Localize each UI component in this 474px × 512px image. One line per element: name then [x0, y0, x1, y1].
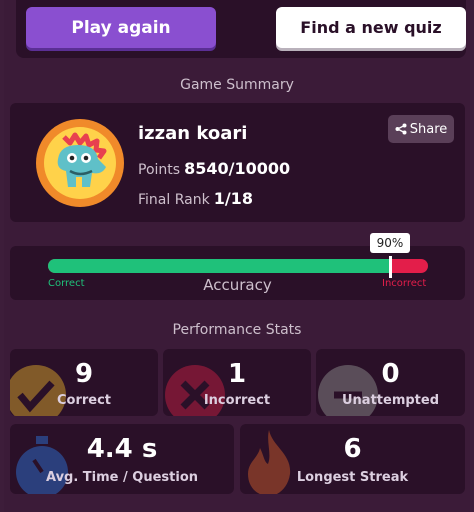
- share-label: Share: [409, 121, 448, 137]
- accuracy-bar-correct: [48, 259, 390, 273]
- play-again-button[interactable]: Play again: [26, 7, 216, 48]
- correct-stat-tile: 9 Correct: [10, 349, 158, 416]
- share-button[interactable]: Share: [388, 115, 454, 143]
- dinosaur-avatar-icon: [36, 119, 124, 207]
- share-icon: [395, 123, 407, 135]
- unattempted-stat-tile: 0 Unattempted: [316, 349, 465, 416]
- summary-card: izzan koari Points 8540/10000 Final Rank 1…: [10, 103, 465, 222]
- accuracy-marker: [389, 256, 392, 278]
- incorrect-label: Incorrect: [203, 393, 271, 408]
- avg-time-label: Avg. Time / Question: [45, 470, 199, 485]
- incorrect-stat-tile: 1 Incorrect: [163, 349, 311, 416]
- rank-line: Final Rank 1/18: [138, 189, 253, 208]
- avg-time-stat-tile: 4.4 s Avg. Time / Question: [10, 424, 234, 494]
- find-new-quiz-button[interactable]: Find a new quiz: [276, 7, 466, 48]
- unattempted-count: 0: [381, 359, 400, 389]
- points-line: Points 8540/10000: [138, 159, 290, 178]
- accuracy-bar: [48, 259, 428, 273]
- correct-count: 9: [74, 359, 94, 389]
- accuracy-percent-bubble: 90%: [370, 233, 410, 253]
- correct-label: Correct: [56, 393, 112, 408]
- rank-label: Final Rank: [138, 192, 210, 208]
- avg-time-value: 4.4 s: [86, 434, 158, 464]
- longest-streak-label: Longest Streak: [296, 470, 409, 485]
- rank-value: 1/18: [213, 189, 253, 208]
- accuracy-incorrect-label: Incorrect: [382, 278, 427, 289]
- incorrect-count: 1: [227, 359, 247, 389]
- points-label: Points: [138, 162, 181, 178]
- points-value: 8540/10000: [184, 159, 291, 178]
- longest-streak-stat-tile: 6 Longest Streak: [240, 424, 465, 494]
- accuracy-card: 90% Correct Accuracy Incorrect: [10, 233, 465, 300]
- longest-streak-value: 6: [343, 434, 362, 464]
- unattempted-label: Unattempted: [341, 393, 440, 408]
- game-summary-title: Game Summary: [180, 77, 294, 93]
- performance-stats-title: Performance Stats: [172, 322, 302, 338]
- player-name: izzan koari: [138, 123, 248, 144]
